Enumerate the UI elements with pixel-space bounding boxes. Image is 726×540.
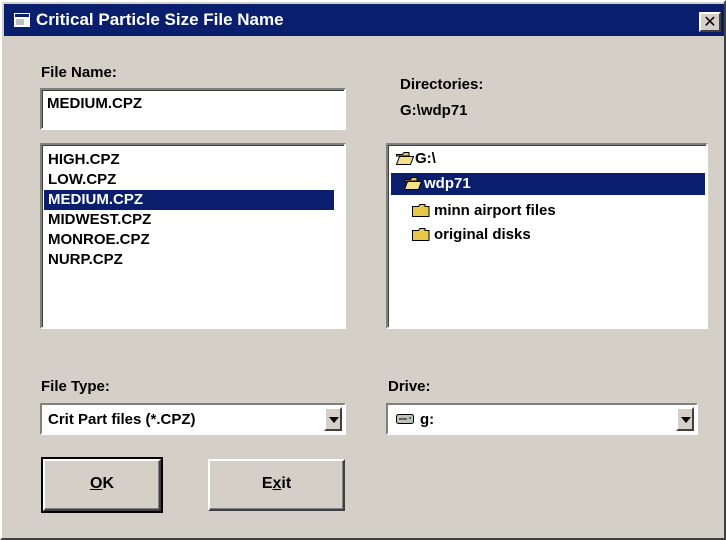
exit-label-end: it: [281, 475, 292, 492]
close-button[interactable]: ✕: [699, 12, 721, 32]
file-type-select[interactable]: Crit Part files (*.CPZ): [40, 403, 346, 435]
chevron-down-icon: [681, 417, 691, 423]
drive-label: Drive:: [388, 378, 431, 395]
close-icon: ✕: [703, 12, 717, 31]
folder-icon: [412, 228, 430, 241]
drive-value: g:: [420, 411, 435, 428]
drive-select[interactable]: g:: [386, 403, 698, 435]
file-type-value: Crit Part files (*.CPZ): [48, 411, 196, 428]
open-folder-icon: [396, 152, 414, 165]
file-list[interactable]: HIGH.CPZ LOW.CPZ MEDIUM.CPZ MIDWEST.CPZ …: [40, 143, 346, 329]
ok-mnemonic: O: [89, 475, 103, 492]
chevron-down-icon: [329, 417, 339, 423]
open-folder-icon: [404, 177, 422, 190]
ok-button[interactable]: OK: [41, 457, 163, 513]
drive-dropdown-button[interactable]: [676, 407, 694, 431]
directory-item[interactable]: minn airport files: [434, 200, 556, 222]
file-type-label: File Type:: [41, 378, 110, 395]
list-item[interactable]: MEDIUM.CPZ: [44, 190, 334, 210]
dialog-window: Critical Particle Size File Name ✕ File …: [0, 0, 726, 540]
list-item[interactable]: LOW.CPZ: [44, 170, 334, 190]
list-item[interactable]: MIDWEST.CPZ: [44, 210, 334, 230]
directory-tree[interactable]: G:\ wdp71 minn airport files original di…: [386, 143, 708, 329]
directory-item[interactable]: wdp71: [424, 173, 471, 195]
window-title: Critical Particle Size File Name: [36, 10, 284, 29]
list-item[interactable]: HIGH.CPZ: [44, 150, 334, 170]
directory-item[interactable]: original disks: [434, 224, 531, 246]
directory-item[interactable]: G:\: [415, 148, 436, 170]
folder-icon: [412, 204, 430, 217]
file-name-label: File Name:: [41, 64, 117, 81]
exit-label-start: E: [261, 475, 273, 492]
file-type-dropdown-button[interactable]: [324, 407, 342, 431]
file-name-input[interactable]: MEDIUM.CPZ: [40, 88, 346, 130]
title-bar[interactable]: Critical Particle Size File Name: [4, 4, 724, 36]
app-icon: [14, 13, 30, 27]
ok-label: K: [102, 475, 114, 492]
drive-icon: [396, 414, 414, 424]
exit-button[interactable]: Exit: [208, 459, 345, 511]
current-path: G:\wdp71: [400, 102, 468, 119]
list-item[interactable]: NURP.CPZ: [44, 250, 334, 270]
directories-label: Directories:: [400, 76, 484, 93]
list-item[interactable]: MONROE.CPZ: [44, 230, 334, 250]
